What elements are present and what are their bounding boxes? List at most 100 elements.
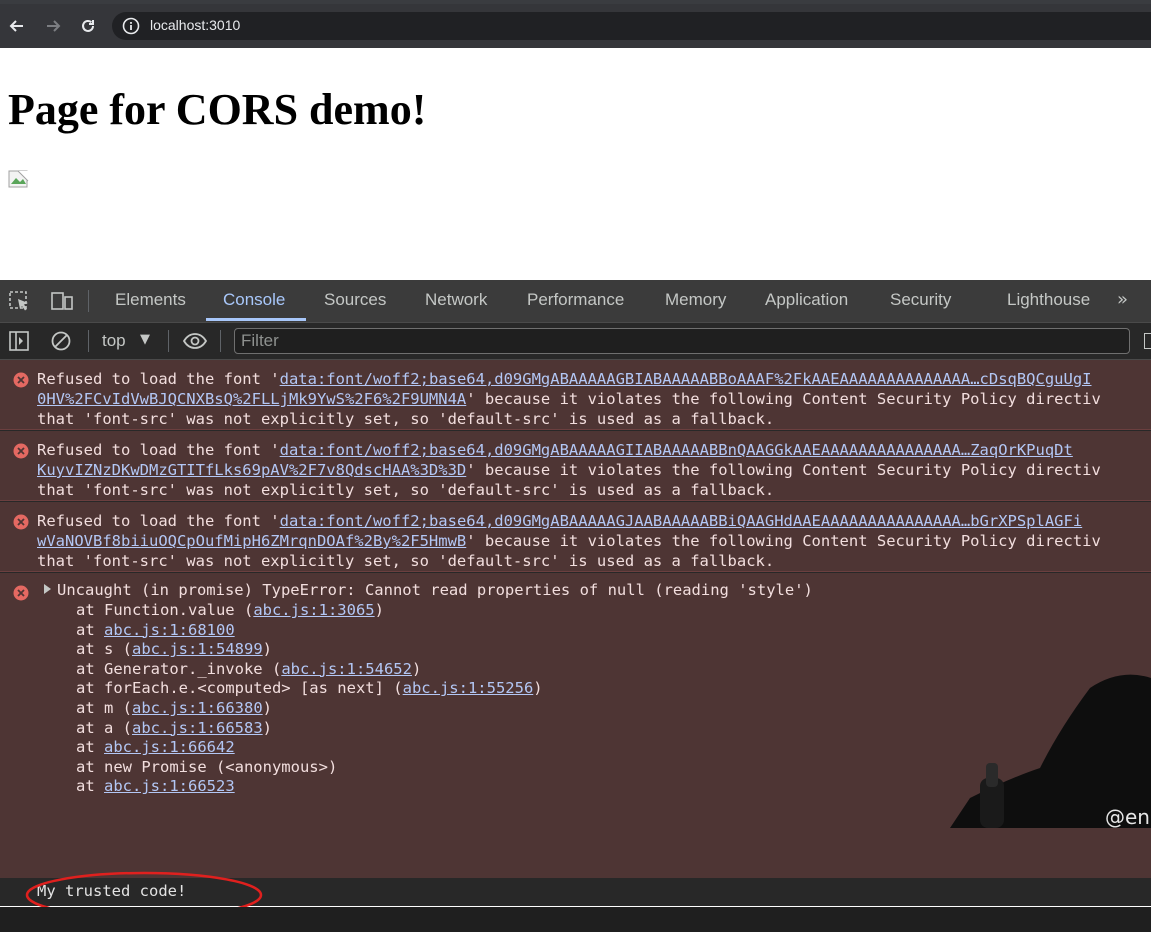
source-link[interactable]: abc.js:1:66380	[132, 699, 263, 717]
font-data-link[interactable]: data:font/woff2;base64,d09GMgABAAAAAGIIA…	[280, 441, 1073, 459]
context-selector[interactable]: top	[102, 331, 126, 351]
font-data-link[interactable]: data:font/woff2;base64,d09GMgABAAAAAGBIA…	[280, 370, 1092, 388]
chevron-down-icon[interactable]: ▼	[140, 332, 150, 347]
stack-frame: at abc.js:1:66642	[76, 738, 235, 758]
back-arrow-icon	[9, 20, 23, 32]
message-text: Refused to load the font '	[37, 512, 280, 530]
stack-frame-text: )	[533, 679, 543, 698]
watermark-handle: @enc	[1105, 805, 1151, 828]
error-summary: Uncaught (in promise) TypeError: Cannot …	[57, 581, 813, 599]
stack-frame: at forEach.e.<computed> [as next] (abc.j…	[76, 679, 543, 699]
source-link[interactable]: abc.js:1:66583	[132, 719, 263, 737]
stack-frame: at Function.value (abc.js:1:3065)	[76, 601, 384, 621]
stack-frame-text: at forEach.e.<computed> [as next] (	[76, 679, 403, 698]
source-link[interactable]: abc.js:1:54899	[132, 640, 263, 658]
console-error-message: Refused to load the font 'data:font/woff…	[0, 502, 1151, 572]
source-link[interactable]: abc.js:1:68100	[104, 621, 235, 639]
sidebar-toggle-icon[interactable]	[8, 330, 30, 352]
console-error-message: Refused to load the font 'data:font/woff…	[0, 360, 1151, 430]
stack-frame-text: at Generator._invoke (	[76, 659, 282, 678]
clear-console-icon[interactable]	[50, 330, 72, 352]
address-url: localhost:3010	[150, 17, 241, 33]
tab-application[interactable]: Application	[765, 290, 848, 310]
presenter-webcam-overlay: @enc	[950, 674, 1151, 828]
tab-elements[interactable]: Elements	[115, 290, 186, 310]
source-link[interactable]: abc.js:1:3065	[253, 601, 374, 619]
font-data-link[interactable]: KuyvIZNzDKwDMzGTITfLks69pAV%2F7v8QdscHAA…	[37, 461, 466, 479]
stack-frame-text: )	[262, 640, 272, 659]
stack-frame-text: at s (	[76, 640, 132, 659]
stack-frame-text: )	[411, 659, 422, 678]
message-line: wVaNOVBf8biiuOQCpOufMipH6ZMrqnDOAf%2By%2…	[37, 532, 1101, 552]
stack-frame-text: )	[374, 601, 384, 619]
back-button[interactable]	[6, 15, 28, 37]
reload-button[interactable]	[77, 15, 99, 37]
message-line: Refused to load the font 'data:font/woff…	[37, 370, 1092, 390]
error-icon	[13, 514, 29, 530]
settings-icon[interactable]	[1144, 333, 1151, 349]
error-icon	[13, 372, 29, 388]
device-toolbar-icon[interactable]	[50, 290, 74, 312]
tab-memory[interactable]: Memory	[665, 290, 726, 310]
tab-lighthouse[interactable]: Lighthouse	[1007, 290, 1090, 310]
font-data-link[interactable]: 0HV%2FCvIdVwBJQCNXBsQ%2FLLjMk9YwS%2F6%2F…	[37, 390, 466, 408]
tab-console[interactable]: Console	[223, 290, 285, 310]
message-text: ' because it violates the following Cont…	[466, 461, 1101, 479]
stack-frame-text: at	[76, 777, 104, 796]
broken-image-icon	[8, 170, 29, 188]
error-icon	[13, 443, 29, 459]
web-page: Page for CORS demo!	[0, 48, 1151, 280]
inspect-element-icon[interactable]	[8, 290, 32, 312]
error-icon	[13, 585, 29, 601]
expand-triangle-icon[interactable]	[44, 584, 51, 594]
address-bar[interactable]: localhost:3010	[112, 12, 1151, 40]
info-icon[interactable]	[122, 17, 140, 35]
toolbar-divider	[168, 330, 169, 352]
font-data-link[interactable]: wVaNOVBf8biiuOQCpOufMipH6ZMrqnDOAf%2By%2…	[37, 532, 466, 550]
message-line: KuyvIZNzDKwDMzGTITfLks69pAV%2F7v8QdscHAA…	[37, 461, 1101, 481]
devtools-tabbar: Elements Console Sources Network Perform…	[0, 280, 1151, 323]
message-line: that 'font-src' was not explicitly set, …	[37, 481, 775, 499]
source-link[interactable]: abc.js:1:54652	[281, 660, 412, 678]
browser-toolbar: localhost:3010	[0, 4, 1151, 48]
stack-frame: at s (abc.js:1:54899)	[76, 640, 272, 660]
reload-icon	[82, 19, 94, 32]
tab-performance[interactable]: Performance	[527, 290, 624, 310]
devtools-bottom-bar	[0, 907, 1151, 932]
stack-frame-text: at	[76, 620, 104, 639]
message-text: Refused to load the font '	[37, 441, 280, 459]
stack-frame-text: )	[262, 699, 272, 717]
console-toolbar: top ▼	[0, 323, 1151, 360]
tab-security[interactable]: Security	[890, 290, 951, 310]
tab-sources[interactable]: Sources	[324, 290, 386, 310]
stack-frame: at abc.js:1:68100	[76, 621, 235, 641]
stack-frame: at abc.js:1:66523	[76, 777, 235, 797]
forward-button[interactable]	[42, 15, 64, 37]
stack-frame: at a (abc.js:1:66583)	[76, 719, 272, 739]
message-line: that 'font-src' was not explicitly set, …	[37, 410, 775, 428]
eye-icon[interactable]	[182, 330, 208, 352]
source-link[interactable]: abc.js:1:55256	[403, 679, 534, 697]
more-tabs-icon[interactable]: »	[1117, 289, 1128, 310]
console-error-message: Refused to load the font 'data:font/woff…	[0, 431, 1151, 501]
error-summary-line[interactable]: Uncaught (in promise) TypeError: Cannot …	[44, 581, 813, 601]
toolbar-divider	[88, 330, 89, 352]
message-line: Refused to load the font 'data:font/woff…	[37, 512, 1082, 532]
source-link[interactable]: abc.js:1:66642	[104, 738, 235, 756]
stack-frame-text: )	[262, 718, 272, 737]
forward-arrow-icon	[47, 20, 61, 32]
tab-network[interactable]: Network	[425, 290, 487, 310]
active-tab-indicator	[206, 318, 306, 321]
stack-frame-text: at new Promise (<anonymous>)	[76, 757, 338, 776]
message-line: that 'font-src' was not explicitly set, …	[37, 552, 775, 570]
stack-frame-text: at a (	[76, 718, 132, 737]
filter-box	[234, 328, 1130, 354]
message-text: ' because it violates the following Cont…	[466, 390, 1101, 408]
filter-input[interactable]	[235, 329, 1129, 353]
font-data-link[interactable]: data:font/woff2;base64,d09GMgABAAAAAGJAA…	[280, 512, 1083, 530]
stack-frame: at Generator._invoke (abc.js:1:54652)	[76, 660, 421, 680]
stack-frame: at m (abc.js:1:66380)	[76, 699, 272, 719]
stack-frame-text: at Function.value (	[76, 601, 254, 619]
source-link[interactable]: abc.js:1:66523	[104, 777, 235, 795]
page-heading: Page for CORS demo!	[8, 85, 427, 134]
